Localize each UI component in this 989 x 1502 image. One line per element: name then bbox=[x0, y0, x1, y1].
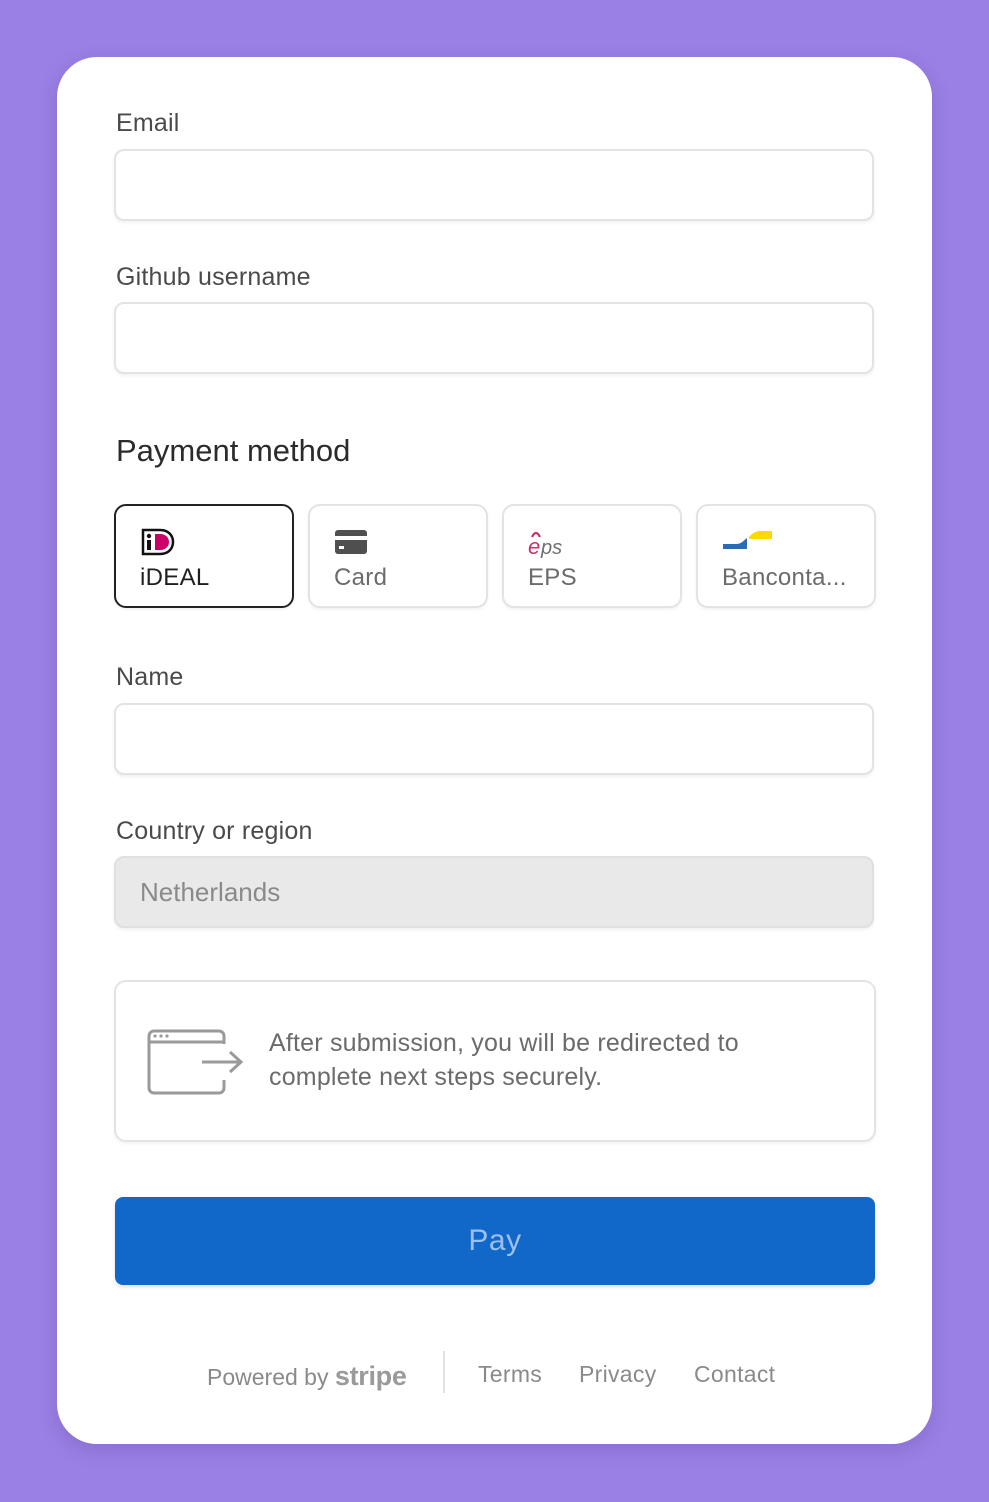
ideal-icon bbox=[140, 528, 176, 556]
footer: Powered by stripe Terms Privacy Contact bbox=[57, 1347, 932, 1403]
pay-button[interactable]: Pay bbox=[115, 1197, 875, 1285]
country-label: Country or region bbox=[116, 817, 313, 845]
svg-text:ps: ps bbox=[540, 537, 562, 558]
email-field[interactable] bbox=[114, 149, 874, 221]
payment-method-tabs: iDEAL Card e ps EPS Banconta... bbox=[114, 504, 876, 608]
tab-card[interactable]: Card bbox=[308, 504, 488, 608]
name-label: Name bbox=[116, 663, 184, 691]
eps-icon: e ps bbox=[528, 528, 564, 559]
redirect-notice: After submission, you will be redirected… bbox=[114, 980, 876, 1142]
github-username-label: Github username bbox=[116, 263, 311, 291]
stripe-logo: stripe bbox=[334, 1361, 407, 1391]
card-icon bbox=[334, 528, 370, 556]
privacy-link[interactable]: Privacy bbox=[579, 1361, 657, 1388]
powered-by-text: Powered by bbox=[207, 1364, 329, 1390]
tab-eps-label: EPS bbox=[528, 564, 577, 591]
tab-ideal-label: iDEAL bbox=[140, 564, 210, 591]
tab-card-label: Card bbox=[334, 564, 388, 591]
github-username-field[interactable] bbox=[114, 302, 874, 374]
powered-by-stripe[interactable]: Powered by stripe bbox=[207, 1361, 407, 1392]
footer-divider bbox=[443, 1351, 445, 1393]
contact-link[interactable]: Contact bbox=[694, 1361, 775, 1388]
tab-bancontact[interactable]: Banconta... bbox=[696, 504, 876, 608]
payment-card: Email Github username Payment method iDE… bbox=[57, 57, 932, 1444]
terms-link[interactable]: Terms bbox=[478, 1361, 542, 1388]
tab-bancontact-label: Banconta... bbox=[722, 564, 847, 591]
bancontact-icon bbox=[722, 528, 772, 556]
country-select[interactable] bbox=[114, 856, 874, 928]
email-label: Email bbox=[116, 109, 180, 137]
payment-method-title: Payment method bbox=[116, 433, 351, 468]
redirect-browser-icon bbox=[146, 1028, 246, 1103]
svg-text:e: e bbox=[528, 534, 540, 558]
tab-ideal[interactable]: iDEAL bbox=[114, 504, 294, 608]
tab-eps[interactable]: e ps EPS bbox=[502, 504, 682, 608]
redirect-notice-text: After submission, you will be redirected… bbox=[269, 1029, 739, 1091]
name-field[interactable] bbox=[114, 703, 874, 775]
